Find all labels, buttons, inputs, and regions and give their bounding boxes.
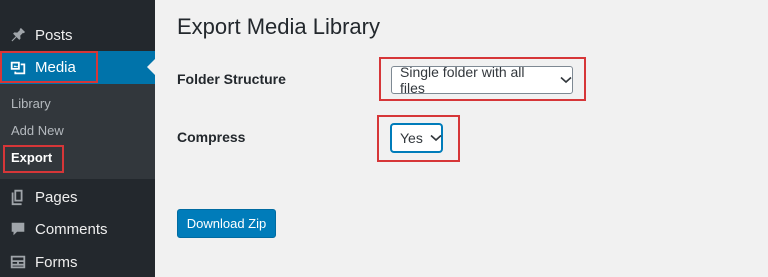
sidebar-item-label: Forms [35,253,78,271]
download-zip-button[interactable]: Download Zip [177,209,276,238]
folder-structure-select[interactable]: Single folder with all files [391,64,573,96]
sidebar-item-pages[interactable]: Pages [0,184,155,210]
admin-sidebar: Posts Media Library Add New Export Pages… [0,0,155,277]
submenu-item-export[interactable]: Export [11,150,52,165]
sidebar-item-label: Media [35,59,76,76]
comment-icon [8,219,28,239]
sidebar-item-label: Pages [35,188,78,206]
chevron-down-icon [560,76,572,84]
compress-select[interactable]: Yes [391,124,442,152]
sidebar-item-media[interactable]: Media [0,51,155,84]
submenu-item-library[interactable]: Library [11,96,51,111]
chevron-down-icon [430,134,442,142]
pages-icon [8,187,28,207]
folder-structure-label: Folder Structure [177,71,286,87]
submenu-item-add-new[interactable]: Add New [11,123,64,138]
sidebar-item-label: Posts [35,26,73,44]
folder-structure-value: Single folder with all files [400,64,525,96]
compress-value: Yes [400,130,423,146]
compress-label: Compress [177,129,246,145]
sidebar-item-label: Comments [35,220,108,238]
page-title: Export Media Library [177,14,380,39]
media-submenu: Library Add New Export [0,84,155,179]
sidebar-item-posts[interactable]: Posts [0,22,155,48]
active-menu-arrow [147,59,155,75]
forms-icon [8,252,28,272]
sidebar-item-comments[interactable]: Comments [0,216,155,242]
sidebar-item-forms[interactable]: Forms [0,249,155,275]
media-icon [8,58,28,78]
pin-icon [8,25,28,45]
